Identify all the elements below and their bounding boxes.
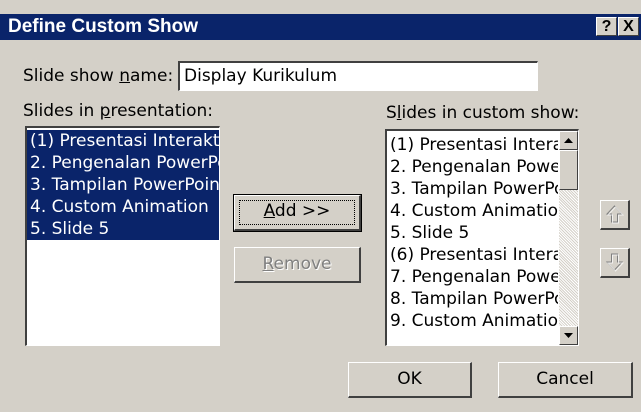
list-item[interactable]: 4. Custom Animation — [27, 196, 219, 218]
title-bar[interactable]: Define Custom Show ? X — [0, 14, 641, 40]
triangle-down-icon — [564, 333, 573, 338]
slides-in-presentation-label: Slides in presentation: — [23, 101, 213, 121]
list-item[interactable]: 5. Slide 5 — [27, 218, 219, 240]
list-item[interactable]: 4. Custom Animation — [387, 200, 558, 222]
list-item[interactable]: 3. Tampilan PowerPoint — [387, 178, 558, 200]
scroll-up-button[interactable] — [559, 131, 578, 150]
move-down-button[interactable] — [600, 248, 630, 278]
help-button[interactable]: ? — [596, 17, 617, 36]
custom-show-scrollbar[interactable] — [559, 131, 578, 345]
scroll-down-button[interactable] — [559, 326, 578, 345]
list-item[interactable]: 2. Pengenalan PowerPoint — [27, 152, 219, 174]
slide-show-name-input[interactable]: Display Kurikulum — [178, 61, 538, 91]
ok-button[interactable]: OK — [348, 362, 472, 398]
list-item[interactable]: 5. Slide 5 — [387, 222, 558, 244]
arrow-down-icon — [605, 253, 625, 272]
list-item[interactable]: (1) Presentasi Interaktif — [27, 130, 219, 152]
slides-in-presentation-list[interactable]: (1) Presentasi Interaktif 2. Pengenalan … — [25, 126, 220, 346]
list-item[interactable]: 7. Pengenalan PowerPoint — [387, 266, 558, 288]
remove-button[interactable]: Remove — [234, 247, 361, 283]
define-custom-show-dialog: Define Custom Show ? X Slide show name: … — [0, 0, 641, 412]
list-item[interactable]: 8. Tampilan PowerPoint — [387, 288, 558, 310]
arrow-up-icon — [605, 205, 625, 224]
list-item[interactable]: 2. Pengenalan PowerPoint — [387, 156, 558, 178]
scroll-thumb[interactable] — [559, 150, 578, 190]
close-button[interactable]: X — [618, 17, 639, 36]
list-item[interactable]: 3. Tampilan PowerPoint — [27, 174, 219, 196]
add-button[interactable]: Add >> — [233, 194, 362, 232]
move-up-button[interactable] — [600, 200, 630, 230]
list-item[interactable]: (1) Presentasi Interaktif — [387, 134, 558, 156]
slides-in-custom-show-list[interactable]: (1) Presentasi Interaktif 2. Pengenalan … — [385, 129, 579, 346]
cancel-button[interactable]: Cancel — [498, 362, 633, 398]
list-item[interactable]: (6) Presentasi Interaktif — [387, 244, 558, 266]
slides-in-custom-show-label: Slides in custom show: — [386, 103, 580, 123]
window-title: Define Custom Show — [8, 16, 199, 37]
triangle-up-icon — [564, 138, 573, 143]
list-item[interactable]: 9. Custom Animation — [387, 310, 558, 332]
slide-show-name-label: Slide show name: — [23, 66, 174, 86]
